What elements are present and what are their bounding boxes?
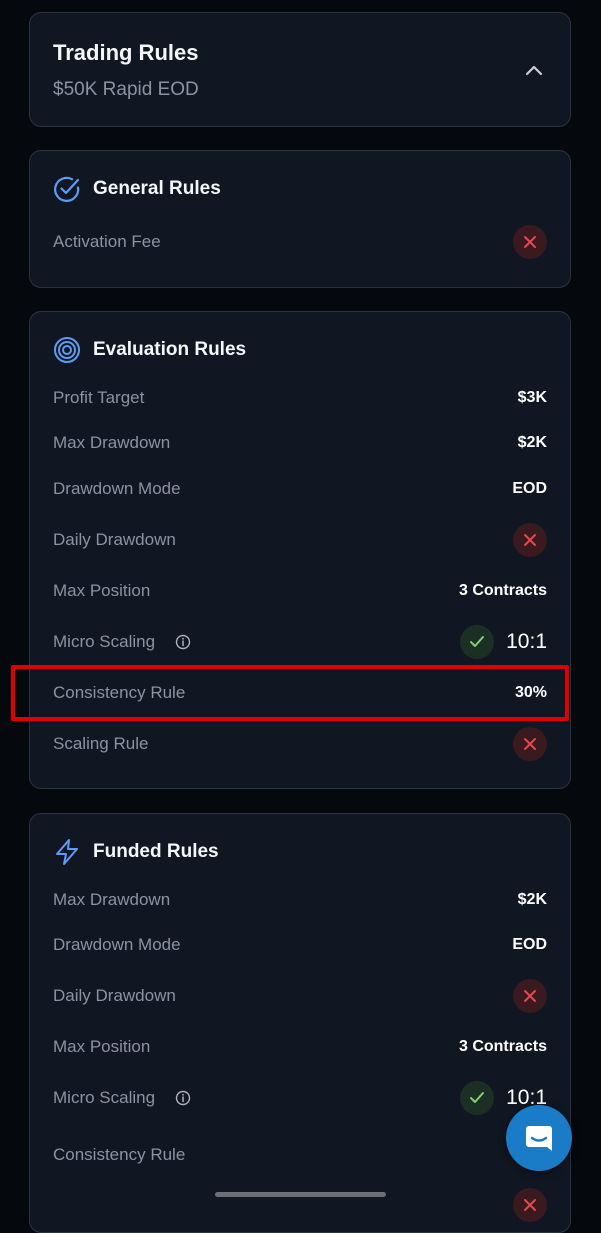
check-icon [460,625,495,659]
rule-label: Max Drawdown [53,433,171,452]
rule-label: Max Drawdown [53,890,171,909]
home-indicator[interactable] [215,1192,386,1197]
x-icon [513,979,547,1013]
rule-label: Consistency Rule [53,1145,186,1164]
rule-value: EOD [512,480,547,497]
rule-label: Daily Drawdown [53,986,176,1005]
rule-row-daily-drawdown: Daily Drawdown [53,523,547,557]
header-title: Trading Rules [53,40,199,65]
rule-row-drawdown-mode: Drawdown Mode EOD [53,472,547,506]
rule-label: Scaling Rule [53,734,149,753]
header-subtitle: $50K Rapid EOD [53,79,199,100]
evaluation-rules-title: Evaluation Rules [93,339,247,360]
rule-value: 3 Contracts [458,1038,547,1055]
rule-label: Drawdown Mode [53,479,181,498]
rule-label: Max Position [53,1037,151,1056]
general-rules-card: General Rules Activation Fee [29,150,571,288]
rule-value: 10:1 [506,630,547,653]
chat-button[interactable] [506,1105,572,1171]
funded-rules-card: Funded Rules Max Drawdown $2K Drawdown M… [29,813,571,1233]
x-icon [513,727,547,761]
rule-row-consistency-rule: Consistency Rule [53,1138,547,1172]
info-icon[interactable] [175,634,191,650]
x-icon [513,1188,547,1222]
highlight-box [11,665,569,721]
rule-label: Drawdown Mode [53,935,181,954]
rule-value: 3 Contracts [458,582,547,599]
target-icon [54,337,80,363]
rule-label: Micro Scaling [53,632,156,651]
rule-value: $3K [517,389,547,406]
rule-label: Profit Target [53,388,145,407]
rule-row-max-position: Max Position 3 Contracts [53,1030,547,1064]
general-rules-title: General Rules [93,178,221,199]
chat-icon [526,1126,552,1151]
rule-row-daily-drawdown: Daily Drawdown [53,979,547,1013]
rule-label: Max Position [53,581,151,600]
rule-label: Activation Fee [53,232,161,251]
lightning-icon [56,839,78,865]
rule-row-max-position: Max Position 3 Contracts [53,574,547,608]
rule-row-micro-scaling: Micro Scaling 10:1 [53,1081,547,1115]
trading-rules-header[interactable]: Trading Rules $50K Rapid EOD [29,12,571,127]
check-circle-icon [54,176,80,202]
rule-row-scaling-rule: Scaling Rule [53,727,547,761]
rule-value: $2K [517,434,547,451]
funded-rules-title: Funded Rules [93,841,219,862]
rule-value: $2K [517,891,547,908]
rule-label: Daily Drawdown [53,530,176,549]
check-icon [460,1081,495,1115]
rule-row-profit-target: Profit Target $3K [53,381,547,415]
x-icon [513,523,547,557]
rule-row-max-drawdown: Max Drawdown $2K [53,883,547,917]
rule-row-activation-fee: Activation Fee [53,225,547,259]
rule-label: Micro Scaling [53,1088,156,1107]
rule-row-micro-scaling: Micro Scaling 10:1 [53,625,547,659]
rule-value: EOD [512,936,547,953]
rule-row-max-drawdown: Max Drawdown $2K [53,426,547,460]
info-icon[interactable] [175,1090,191,1106]
x-icon [513,225,547,259]
chevron-up-icon[interactable] [524,63,544,77]
rule-row-drawdown-mode: Drawdown Mode EOD [53,928,547,962]
